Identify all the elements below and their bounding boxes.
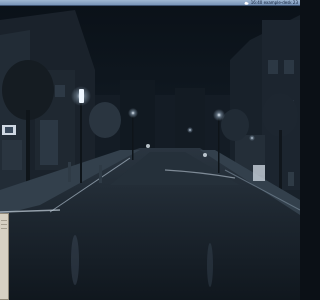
cloud-icon[interactable] xyxy=(244,1,249,5)
system-tray[interactable]: 16:40 example-desk 23 xyxy=(244,0,298,6)
desktop: 16:40 example-desk 23 xyxy=(0,0,300,300)
side-panel-widget[interactable] xyxy=(0,213,9,300)
tray-status-text[interactable]: 16:40 example-desk 23 xyxy=(251,0,298,6)
desktop-wallpaper xyxy=(0,0,300,300)
top-panel: 16:40 example-desk 23 xyxy=(0,0,300,6)
